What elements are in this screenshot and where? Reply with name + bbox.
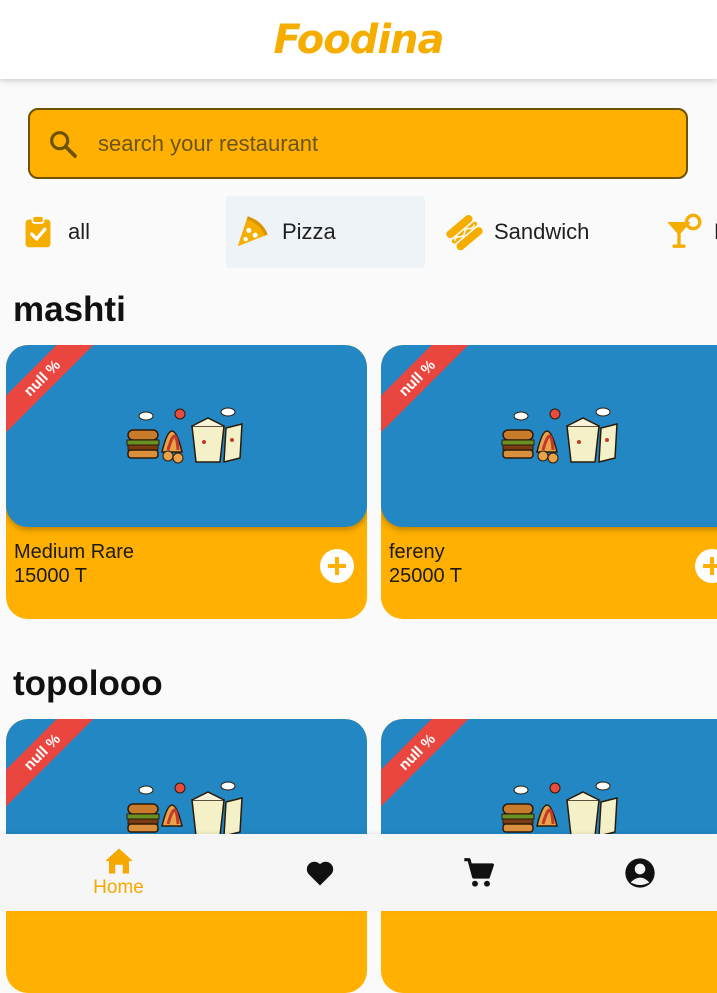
food-price: 25000 T xyxy=(389,565,463,587)
cart-icon xyxy=(463,857,494,887)
nav-favorites[interactable] xyxy=(230,834,409,911)
heart-icon xyxy=(306,861,333,885)
food-illustration xyxy=(126,407,243,464)
plus-icon xyxy=(703,557,717,575)
search-bar[interactable] xyxy=(28,108,688,179)
food-illustration xyxy=(501,781,618,837)
sandwich-icon xyxy=(444,212,484,252)
add-to-cart-button[interactable] xyxy=(320,549,354,583)
food-name: Medium Rare xyxy=(14,541,135,563)
cocktail-icon xyxy=(664,212,704,252)
add-to-cart-button[interactable] xyxy=(695,549,717,583)
food-card[interactable]: null % Medium Rare 15000 T xyxy=(6,345,367,619)
clipboard-check-icon xyxy=(18,212,58,252)
food-illustration xyxy=(501,407,618,464)
discount-ribbon: null % xyxy=(381,719,476,811)
home-icon xyxy=(104,848,133,873)
category-label: Pizza xyxy=(282,219,336,244)
nav-cart[interactable] xyxy=(389,834,568,911)
discount-ribbon: null % xyxy=(6,345,101,437)
nav-home-label: Home xyxy=(93,876,144,898)
bottom-navigation: Home xyxy=(0,834,717,911)
account-icon xyxy=(624,857,655,888)
nav-home[interactable]: Home xyxy=(29,834,208,911)
app-title: Foodina xyxy=(273,16,445,63)
plus-icon xyxy=(328,557,346,575)
food-name: fereny xyxy=(389,541,445,563)
search-icon xyxy=(34,124,92,164)
discount-ribbon: null % xyxy=(6,719,101,811)
nav-profile[interactable] xyxy=(550,834,717,911)
category-sandwich[interactable]: Sandwich xyxy=(444,196,644,268)
category-pizza[interactable]: Pizza xyxy=(226,196,425,268)
category-drinks[interactable]: D xyxy=(664,196,717,268)
food-card[interactable]: null % fereny 25000 T xyxy=(381,345,717,619)
category-bar: all Pizza Sandwich D xyxy=(0,196,717,268)
section-title: topolooo xyxy=(13,664,163,703)
food-image: null % xyxy=(381,345,717,527)
category-label: all xyxy=(68,219,91,244)
section-title: mashti xyxy=(13,290,126,329)
category-all[interactable]: all xyxy=(18,196,208,268)
pizza-icon xyxy=(232,212,272,252)
food-image: null % xyxy=(6,345,367,527)
food-price: 15000 T xyxy=(14,565,88,587)
food-illustration xyxy=(126,781,243,837)
app-bar: Foodina xyxy=(0,0,717,79)
search-input[interactable] xyxy=(92,130,686,157)
category-label: Sandwich xyxy=(494,219,590,244)
discount-ribbon: null % xyxy=(381,345,476,437)
